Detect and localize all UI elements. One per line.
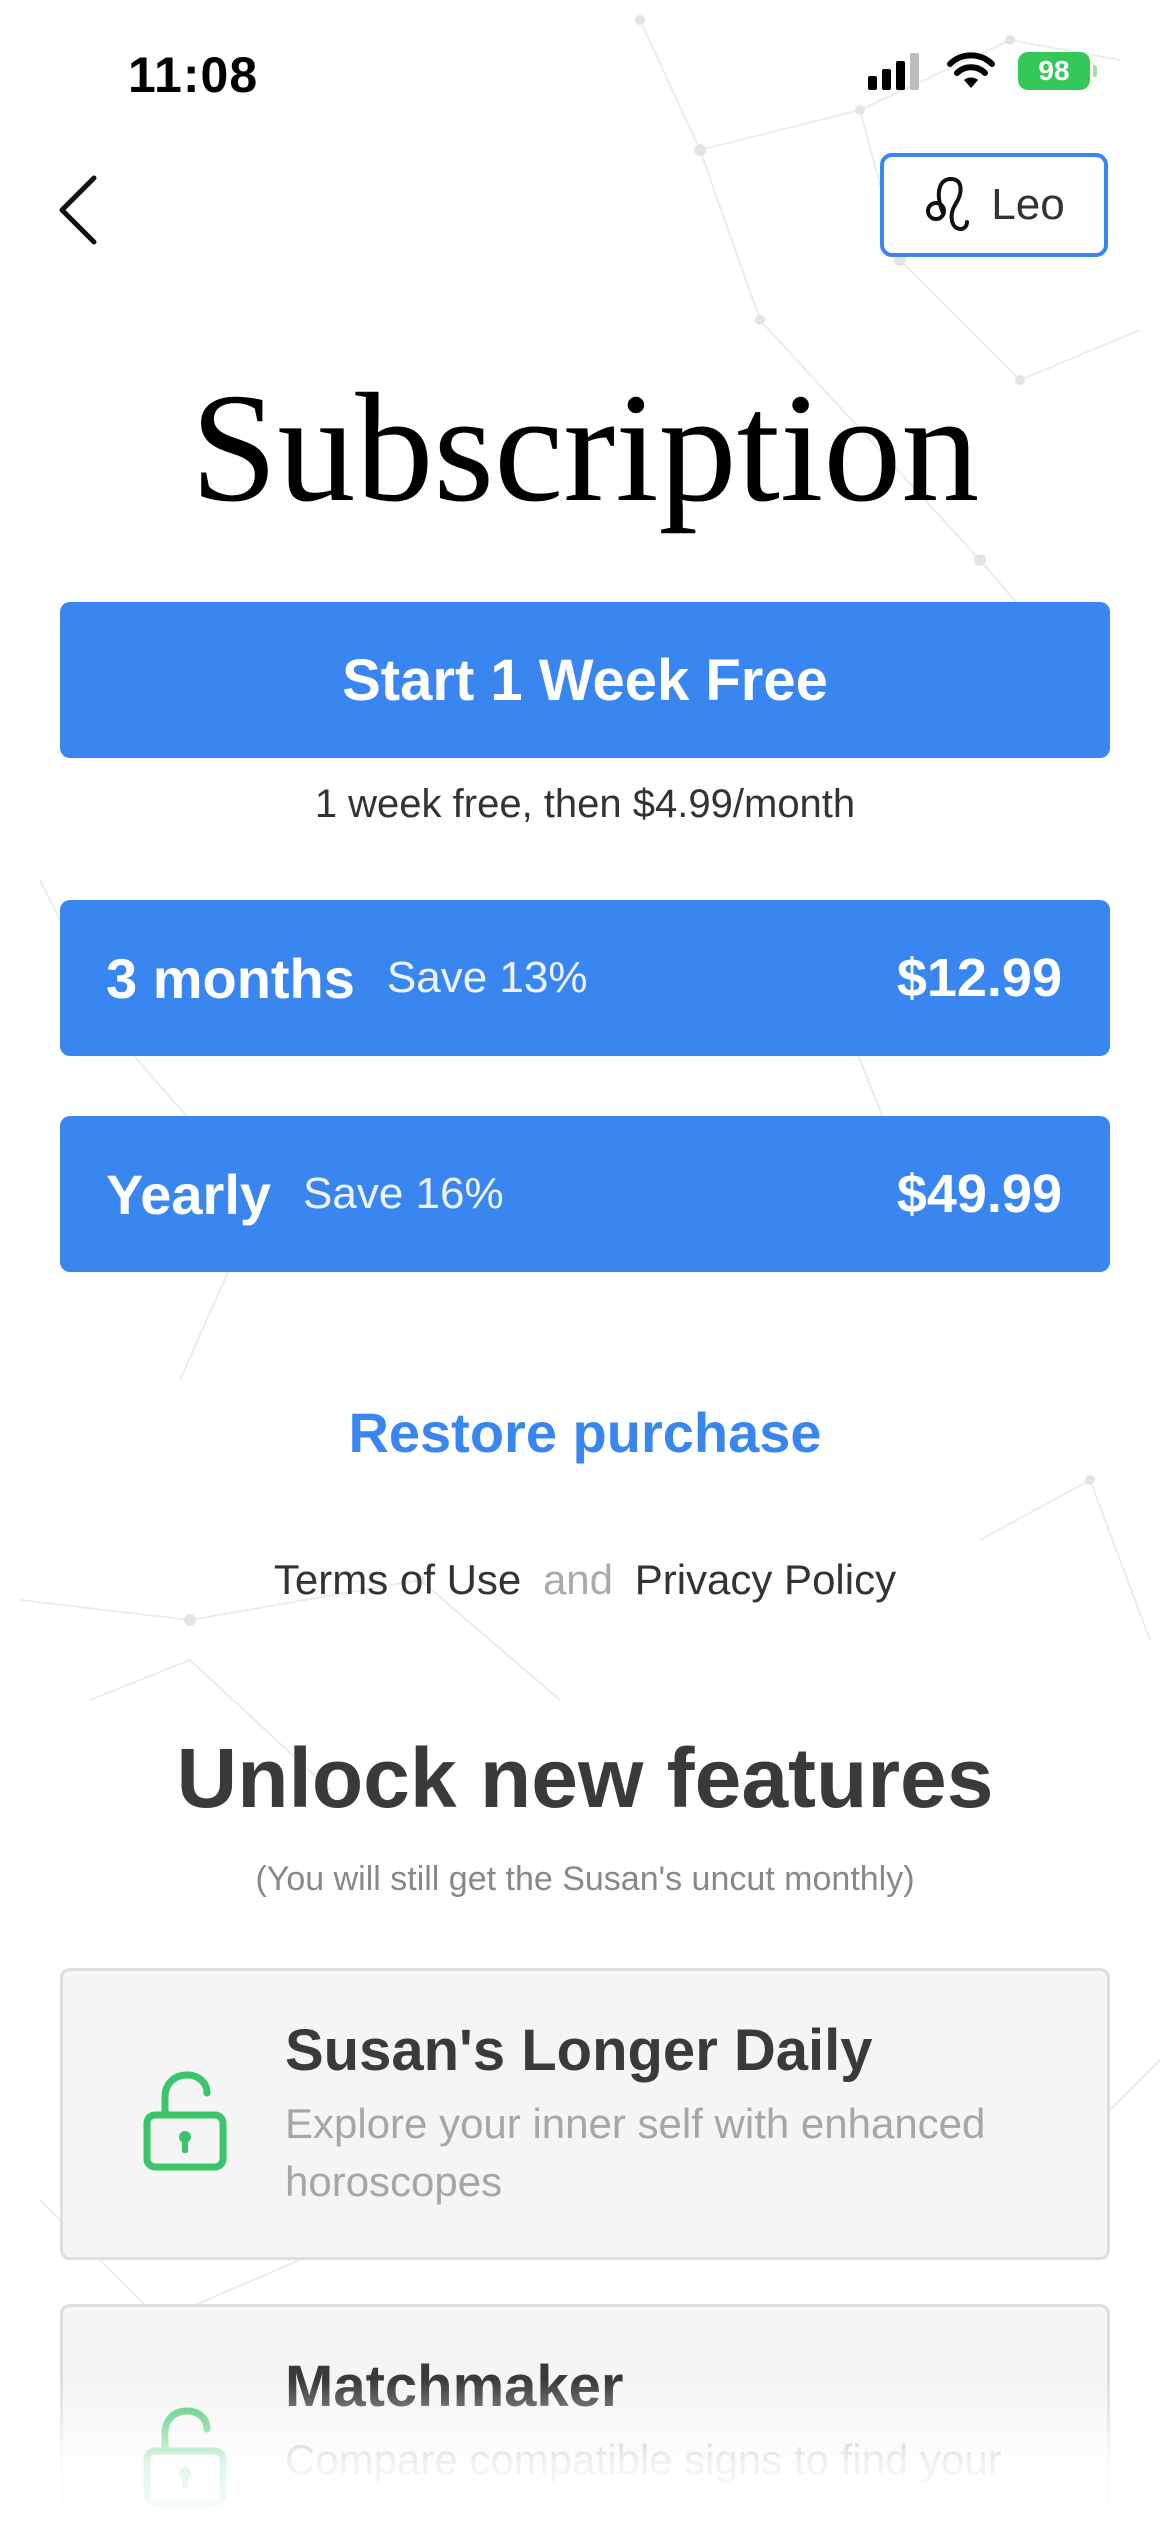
- leo-zodiac-icon: [926, 176, 970, 232]
- wifi-icon: [947, 52, 995, 88]
- feature-description: Compare compatible signs to find your: [285, 2436, 1002, 2483]
- feature-card-longer-daily: Susan's Longer Daily Explore your inner …: [60, 1968, 1110, 2260]
- terms-of-use-link[interactable]: Terms of Use: [274, 1556, 521, 1603]
- feature-title: Matchmaker: [285, 2354, 624, 2419]
- feature-card-matchmaker: Matchmaker Compare compatible signs to f…: [60, 2304, 1110, 2532]
- plan-name: 3 months: [106, 946, 355, 1010]
- start-free-trial-button[interactable]: Start 1 Week Free: [60, 602, 1110, 758]
- plan-yearly-button[interactable]: Yearly Save 16% $49.99: [60, 1116, 1110, 1272]
- trial-pricing-note: 1 week free, then $4.99/month: [314, 782, 856, 826]
- back-button[interactable]: [52, 170, 112, 250]
- feature-title: Susan's Longer Daily: [285, 2018, 873, 2083]
- plan-price: $12.99: [896, 948, 1062, 1008]
- restore-purchase-link[interactable]: Restore purchase: [0, 1400, 1170, 1465]
- privacy-policy-link[interactable]: Privacy Policy: [635, 1556, 896, 1603]
- plan-name: Yearly: [106, 1162, 272, 1226]
- legal-links: Terms of Use and Privacy Policy: [0, 1556, 1170, 1604]
- status-icons: 98: [868, 52, 1097, 90]
- chevron-left-icon: [59, 175, 97, 245]
- plan-savings: Save 16%: [303, 1169, 504, 1218]
- zodiac-sign-button[interactable]: Leo: [880, 153, 1108, 257]
- battery-level: 98: [1038, 55, 1070, 86]
- status-time: 11:08: [128, 47, 259, 103]
- features-subtitle: (You will still get the Susan's uncut mo…: [255, 1860, 915, 1898]
- plan-3-months-button[interactable]: 3 months Save 13% $12.99: [60, 900, 1110, 1056]
- plan-savings: Save 13%: [386, 953, 588, 1002]
- page-title: Subscription: [190, 361, 980, 534]
- unlocked-padlock-icon: [143, 2071, 227, 2171]
- legal-conjunction: and: [542, 1556, 614, 1603]
- cellular-signal-icon: [868, 53, 919, 90]
- plan-price: $49.99: [896, 1164, 1062, 1224]
- start-free-trial-label: Start 1 Week Free: [342, 647, 828, 713]
- zodiac-sign-label: Leo: [991, 180, 1065, 229]
- feature-description: Explore your inner self with enhanced ho…: [285, 2100, 986, 2205]
- battery-indicator: 98: [1018, 52, 1097, 90]
- unlocked-padlock-icon: [143, 2407, 227, 2507]
- features-heading: Unlock new features: [176, 1731, 994, 1825]
- subscription-screen: 11:08 98 Leo Subscription Start 1 Week F…: [0, 0, 1170, 2532]
